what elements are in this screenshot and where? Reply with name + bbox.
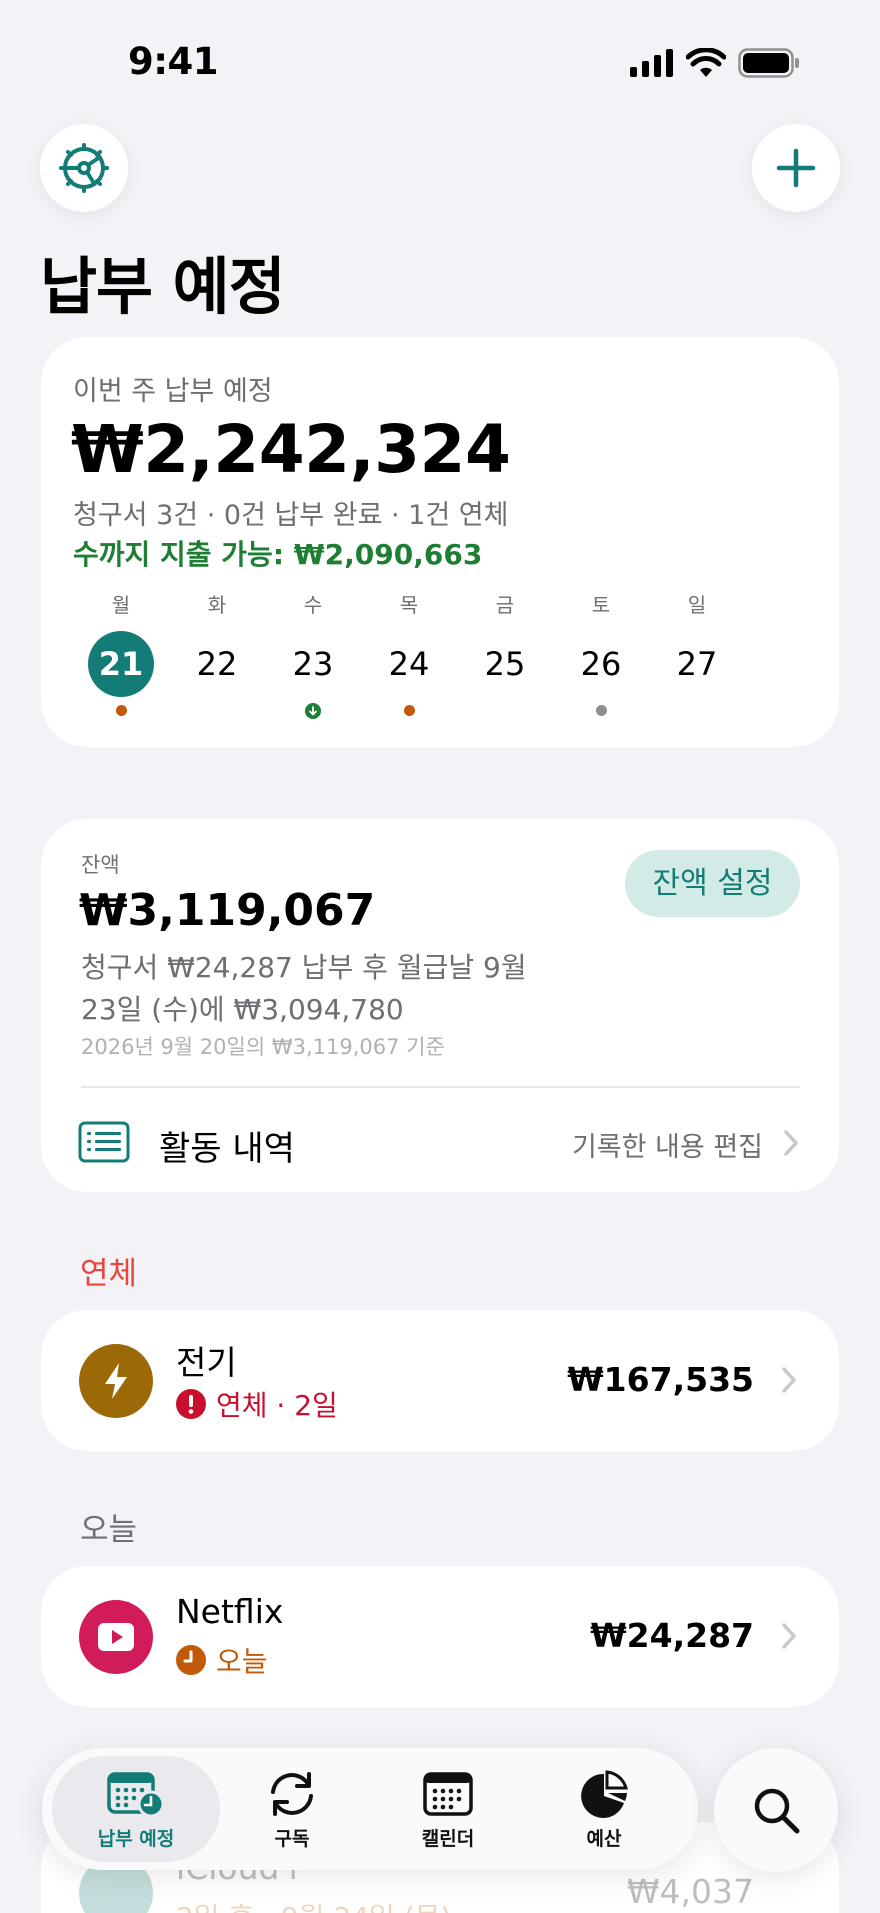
bill-status: 2일 후 · 9월 24일 (목) xyxy=(176,1896,451,1913)
day-of-week: 금 xyxy=(495,593,515,617)
payday-arrow-icon xyxy=(305,703,321,719)
balance-basis: 2026년 9월 20일의 ₩3,119,067 기준 xyxy=(81,1035,445,1059)
bill-amount: ₩167,535 xyxy=(567,1360,754,1399)
pie-chart-icon xyxy=(581,1770,628,1818)
bill-status-text: 오늘 xyxy=(216,1645,268,1678)
week-total-amount: ₩2,242,324 xyxy=(71,411,511,488)
activity-label: 활동 내역 xyxy=(159,1129,295,1169)
day-cell-sat[interactable]: 토 26 xyxy=(553,589,649,716)
battery-icon xyxy=(738,48,799,78)
day-of-week: 화 xyxy=(207,593,227,617)
day-cell-tue[interactable]: 화 22 xyxy=(169,589,265,697)
due-dot xyxy=(403,705,415,716)
overdue-dot xyxy=(115,705,127,716)
week-summary-subtitle: 청구서 3건 · 0건 납부 완료 · 1건 연체 xyxy=(73,500,509,531)
lightning-icon xyxy=(105,1363,127,1399)
search-button[interactable] xyxy=(714,1748,838,1872)
bill-status-text: 연체 · 2일 xyxy=(216,1389,338,1422)
day-of-week: 목 xyxy=(399,593,419,617)
bill-status: 연체 · 2일 xyxy=(176,1384,338,1424)
bill-avatar xyxy=(79,1344,153,1418)
add-bill-button[interactable] xyxy=(752,124,840,212)
bill-avatar xyxy=(79,1600,153,1674)
bill-row-electricity[interactable]: 전기 연체 · 2일 ₩167,535 xyxy=(41,1310,839,1451)
edit-records-link[interactable]: 기록한 내용 편집 xyxy=(572,1125,763,1164)
status-icons xyxy=(630,48,800,78)
day-number: 25 xyxy=(484,645,526,683)
day-cell-mon[interactable]: 월 21 xyxy=(73,589,169,716)
clock-icon xyxy=(176,1645,206,1675)
chevron-right-icon xyxy=(782,1623,796,1649)
day-of-week: 일 xyxy=(687,593,707,617)
calendar-icon xyxy=(423,1772,473,1816)
tab-budget[interactable]: 예산 xyxy=(544,1770,664,1851)
wifi-icon xyxy=(686,48,726,77)
day-number: 21 xyxy=(88,631,154,697)
tab-label: 캘린더 xyxy=(421,1828,475,1850)
refresh-icon xyxy=(271,1772,313,1816)
tab-subscriptions[interactable]: 구독 xyxy=(232,1770,352,1851)
settings-button[interactable] xyxy=(40,124,128,212)
calendar-clock-icon xyxy=(107,1772,165,1818)
divider xyxy=(81,1086,800,1088)
bill-status: 오늘 xyxy=(176,1640,268,1680)
balance-description: 청구서 ₩24,287 납부 후 월급날 9월 23일 (수)에 ₩3,094,… xyxy=(81,951,527,1026)
balance-card: 잔액 ₩3,119,067 잔액 설정 청구서 ₩24,287 납부 후 월급날… xyxy=(41,819,839,1192)
section-title-overdue: 연체 xyxy=(80,1256,138,1292)
steering-wheel-icon xyxy=(59,143,109,193)
week-summary-label: 이번 주 납부 예정 xyxy=(73,376,273,407)
balance-amount: ₩3,119,067 xyxy=(79,885,376,936)
day-number: 24 xyxy=(388,645,430,683)
week-summary-card: 이번 주 납부 예정 ₩2,242,324 청구서 3건 · 0건 납부 완료 … xyxy=(41,337,839,747)
tab-upcoming[interactable]: 납부 예정 xyxy=(76,1770,196,1851)
scheduled-dot xyxy=(595,705,607,716)
day-cell-fri[interactable]: 금 25 xyxy=(457,589,553,697)
chevron-right-icon xyxy=(782,1367,796,1393)
section-title-today: 오늘 xyxy=(80,1512,138,1548)
day-number: 23 xyxy=(292,645,334,683)
day-of-week: 수 xyxy=(303,593,323,617)
plus-icon xyxy=(776,148,816,188)
bill-name: Netflix xyxy=(176,1592,284,1631)
bill-amount: ₩4,037 xyxy=(626,1872,754,1911)
day-cell-thu[interactable]: 목 24 xyxy=(361,589,457,716)
cellular-signal-icon xyxy=(630,49,673,77)
tab-label: 예산 xyxy=(586,1828,622,1850)
bill-status-text: 2일 후 · 9월 24일 (목) xyxy=(176,1896,451,1913)
balance-label: 잔액 xyxy=(81,853,120,877)
day-cell-wed[interactable]: 수 23 xyxy=(265,589,361,719)
spendable-amount: 수까지 지출 가능: ₩2,090,663 xyxy=(73,538,483,571)
status-bar: 9:41 xyxy=(0,0,880,130)
status-time: 9:41 xyxy=(128,40,219,83)
chevron-right-icon xyxy=(784,1130,798,1156)
day-number: 26 xyxy=(580,645,622,683)
tab-label: 구독 xyxy=(274,1828,310,1850)
play-icon xyxy=(98,1623,134,1651)
tab-calendar[interactable]: 캘린더 xyxy=(388,1770,508,1851)
page-title: 납부 예정 xyxy=(40,250,286,323)
day-cell-sun[interactable]: 일 27 xyxy=(649,589,745,697)
day-of-week: 월 xyxy=(111,593,131,617)
tab-label: 납부 예정 xyxy=(97,1828,175,1850)
bill-row-netflix[interactable]: Netflix 오늘 ₩24,287 xyxy=(41,1566,839,1707)
tab-bar: 납부 예정 구독 캘린더 예산 xyxy=(42,1748,698,1870)
search-icon xyxy=(754,1788,800,1834)
bill-name: 전기 xyxy=(176,1343,237,1382)
day-of-week: 토 xyxy=(591,593,611,617)
bill-amount: ₩24,287 xyxy=(590,1616,754,1655)
day-number: 22 xyxy=(196,645,238,683)
day-number: 27 xyxy=(676,645,718,683)
list-icon xyxy=(78,1121,130,1163)
set-balance-button[interactable]: 잔액 설정 xyxy=(625,850,800,917)
exclamation-icon xyxy=(176,1389,206,1419)
